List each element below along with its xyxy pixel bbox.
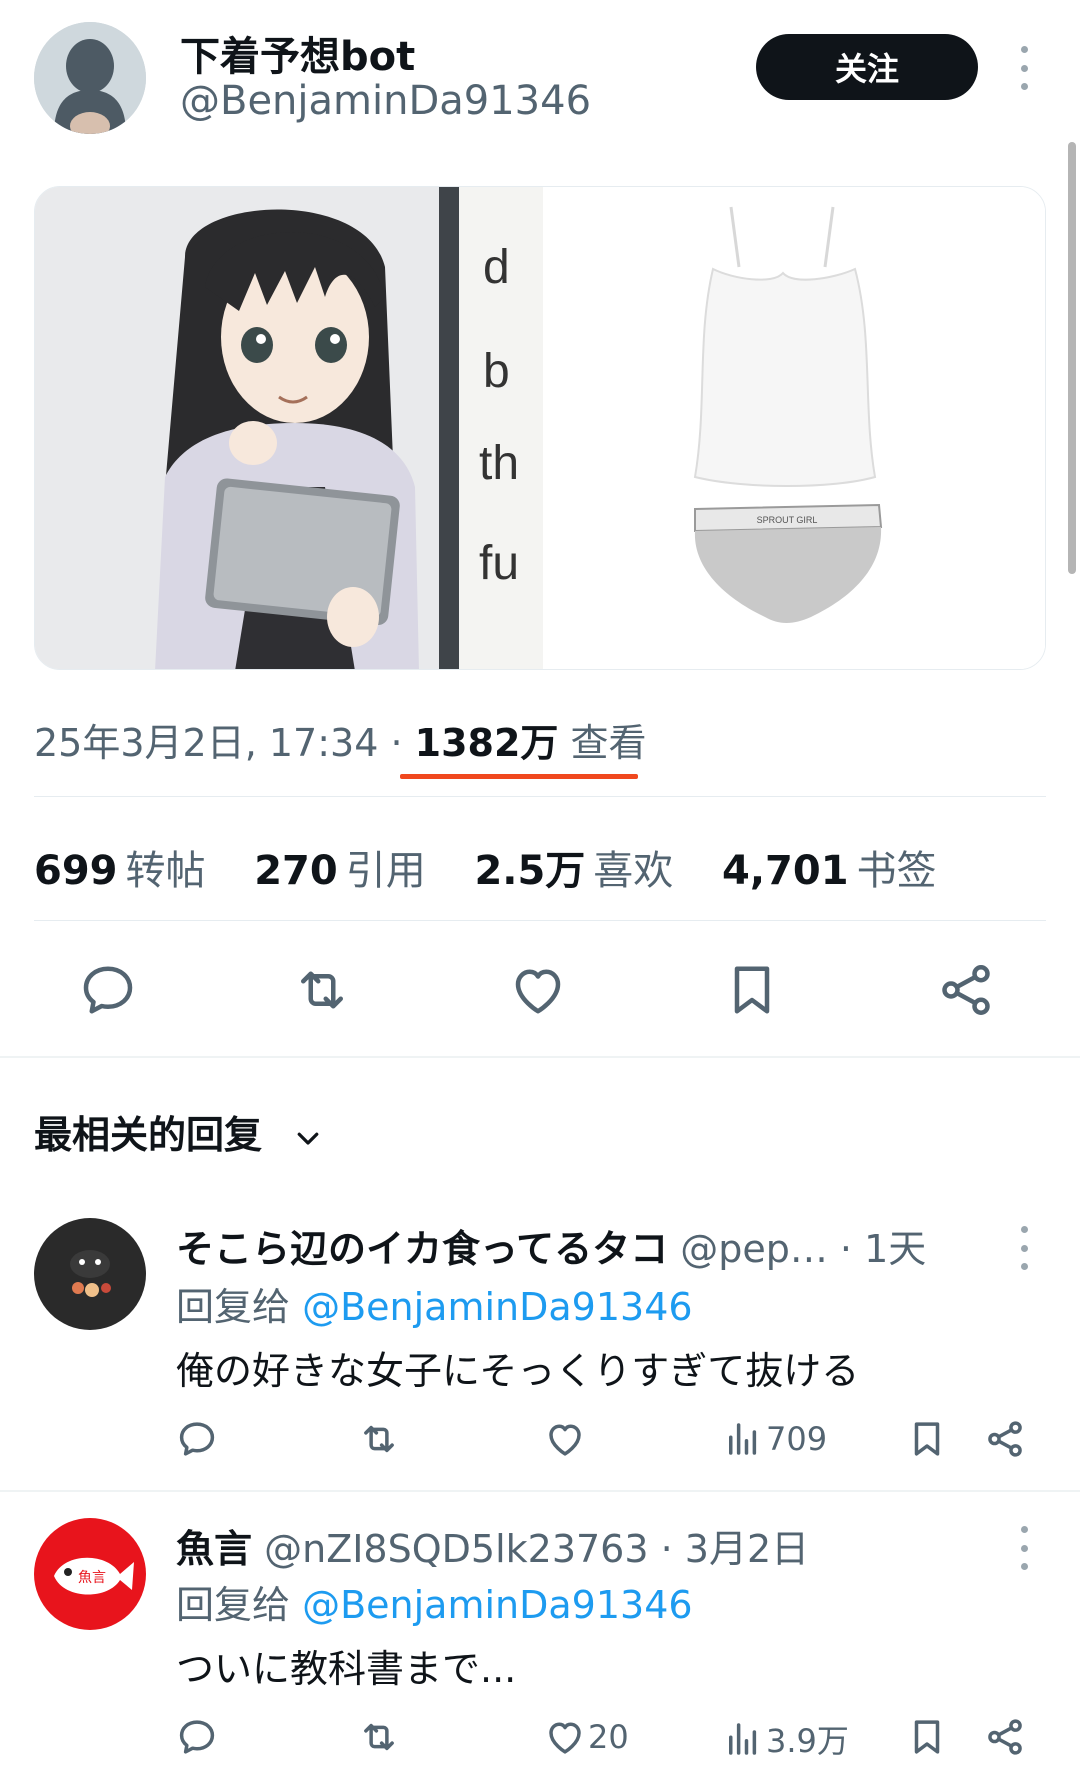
bookmark-icon[interactable] xyxy=(906,1716,948,1758)
views-underline xyxy=(400,774,638,779)
reply-likes-count: 20 xyxy=(588,1718,629,1756)
reply-icon[interactable] xyxy=(78,960,138,1020)
author-handle[interactable]: @BenjaminDa91346 xyxy=(180,78,591,124)
stat-likes[interactable]: 2.5万 喜欢 xyxy=(474,848,709,894)
reply-sort-label: 最相关的回复 xyxy=(34,1113,263,1157)
like-icon[interactable] xyxy=(508,960,568,1020)
follow-button[interactable]: 关注 xyxy=(756,34,978,100)
reply-to-line: 回复给 @BenjaminDa91346 xyxy=(176,1276,693,1331)
repost-icon[interactable] xyxy=(358,1716,400,1758)
reply-views-count: 709 xyxy=(766,1420,828,1458)
share-icon[interactable] xyxy=(984,1716,1026,1758)
reply-header: 魚言 @nZI8SQD5lk23763 · 3月2日 xyxy=(176,1518,809,1573)
reply-author-handle[interactable]: @nZI8SQD5lk23763 xyxy=(264,1527,648,1571)
reply-sort-dropdown[interactable]: 最相关的回复 xyxy=(34,1104,323,1159)
media-image-anime-girl[interactable]: d b th fu xyxy=(35,187,543,669)
reply-to-label: 回复给 xyxy=(176,1285,303,1329)
waistband-brand-text: SPROUT GIRL xyxy=(757,515,818,525)
reply-avatar[interactable] xyxy=(34,1218,146,1330)
like-icon xyxy=(549,1722,581,1754)
reply-to-line: 回复给 @BenjaminDa91346 xyxy=(176,1574,693,1629)
share-icon[interactable] xyxy=(936,960,996,1020)
bookmark-icon[interactable] xyxy=(906,1418,948,1460)
reply-views[interactable]: 709 xyxy=(722,1418,827,1460)
bookmark-icon[interactable] xyxy=(722,960,782,1020)
reply-text: 俺の好きな女子にそっくりすぎて抜ける xyxy=(176,1349,860,1393)
reply-to-label: 回复给 xyxy=(176,1583,303,1627)
repost-icon[interactable] xyxy=(358,1418,400,1460)
reply-views-count: 3.9万 xyxy=(766,1722,849,1760)
like-icon[interactable] xyxy=(544,1418,586,1460)
reply-likes[interactable]: 20 xyxy=(544,1716,629,1758)
more-options-icon[interactable] xyxy=(1014,46,1034,90)
stat-reposts[interactable]: 699 转帖 xyxy=(34,848,242,894)
svg-text:d: d xyxy=(483,241,510,294)
divider xyxy=(34,920,1046,921)
reply-to-handle[interactable]: @BenjaminDa91346 xyxy=(302,1583,692,1627)
post-views-label: 查看 xyxy=(558,721,647,765)
reply-author-handle[interactable]: @pep… xyxy=(680,1227,828,1271)
post-stats: 699 转帖 270 引用 2.5万 喜欢 4,701 书签 xyxy=(34,838,973,896)
svg-text:b: b xyxy=(483,345,510,398)
reply-avatar[interactable]: 魚言 xyxy=(34,1518,146,1630)
analytics-icon xyxy=(729,1423,757,1455)
svg-text:fu: fu xyxy=(479,537,519,590)
post-timestamp[interactable]: 25年3月2日, 17:34 · xyxy=(34,721,415,765)
analytics-icon xyxy=(729,1723,757,1755)
author-avatar[interactable] xyxy=(34,22,146,134)
reply-header: そこら辺のイカ食ってるタコ @pep… · 1天 xyxy=(176,1218,926,1273)
reply-icon[interactable] xyxy=(176,1716,218,1758)
reply-author-name[interactable]: そこら辺のイカ食ってるタコ xyxy=(176,1227,668,1271)
author-display-name[interactable]: 下着予想bot xyxy=(180,24,415,82)
chevron-down-icon xyxy=(297,1132,319,1145)
svg-text:th: th xyxy=(479,437,519,490)
reply-time[interactable]: · 3月2日 xyxy=(661,1527,810,1571)
reply-to-handle[interactable]: @BenjaminDa91346 xyxy=(302,1285,692,1329)
scrollbar[interactable] xyxy=(1068,142,1076,574)
reply-time[interactable]: · 1天 xyxy=(840,1227,926,1271)
stat-bookmarks[interactable]: 4,701 书签 xyxy=(722,848,973,894)
share-icon[interactable] xyxy=(984,1418,1026,1460)
more-options-icon[interactable] xyxy=(1014,1526,1034,1570)
avatar-logo-text: 魚言 xyxy=(78,1570,106,1586)
divider xyxy=(34,796,1046,797)
repost-icon[interactable] xyxy=(292,960,352,1020)
reply-author-name[interactable]: 魚言 xyxy=(176,1527,252,1571)
stat-quotes[interactable]: 270 引用 xyxy=(254,848,462,894)
post-meta: 25年3月2日, 17:34 · 1382万 查看 xyxy=(34,712,646,767)
media-image-underwear[interactable]: SPROUT GIRL xyxy=(543,187,1045,669)
post-views-count: 1382万 xyxy=(414,721,559,765)
reply-text: ついに教科書まで... xyxy=(176,1647,517,1691)
reply-icon[interactable] xyxy=(176,1418,218,1460)
section-divider xyxy=(0,1056,1080,1058)
reply-views[interactable]: 3.9万 xyxy=(722,1716,849,1762)
reply-divider xyxy=(0,1490,1080,1492)
more-options-icon[interactable] xyxy=(1014,1226,1034,1270)
post-media[interactable]: d b th fu SPROUT GIRL xyxy=(34,186,1046,670)
